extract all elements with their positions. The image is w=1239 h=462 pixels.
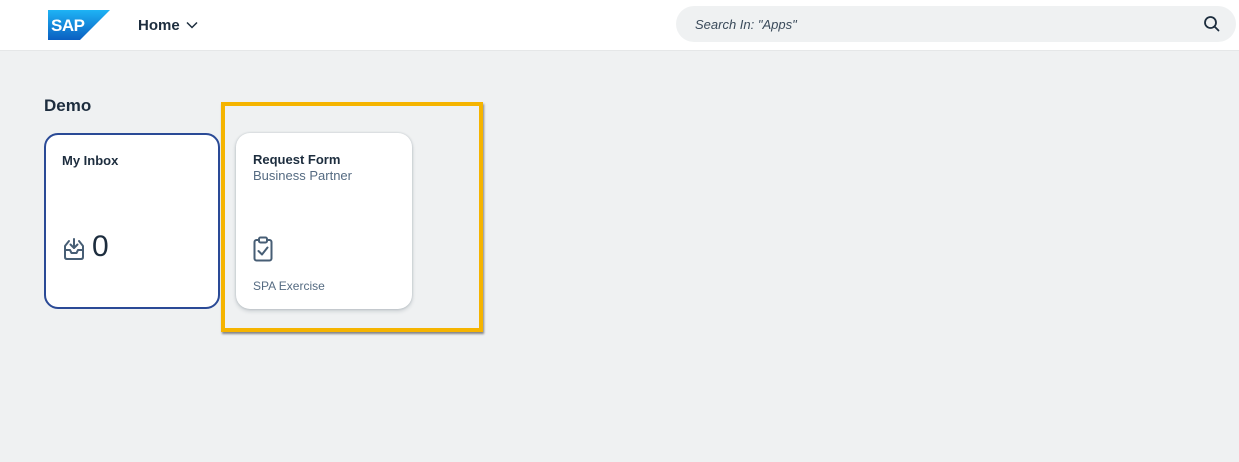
search-field bbox=[676, 6, 1236, 42]
sap-logo[interactable]: SAP bbox=[48, 10, 110, 40]
tile-request-form[interactable]: Request Form Business Partner SPA Exerci… bbox=[236, 133, 412, 309]
tile-footer: SPA Exercise bbox=[253, 279, 325, 293]
tile-title: My Inbox bbox=[62, 153, 119, 168]
clipboard-check-icon bbox=[253, 236, 273, 262]
home-menu-button[interactable]: Home bbox=[138, 13, 198, 37]
inbox-download-icon bbox=[64, 238, 84, 260]
tile-my-inbox[interactable]: My Inbox 0 bbox=[44, 133, 220, 309]
tile-subtitle: Business Partner bbox=[253, 168, 352, 183]
shell-bar: SAP Home bbox=[0, 0, 1239, 50]
chevron-down-icon bbox=[186, 21, 198, 29]
tile-title: Request Form bbox=[253, 152, 341, 167]
inbox-count: 0 bbox=[92, 230, 109, 263]
home-label: Home bbox=[138, 16, 180, 34]
search-icon[interactable] bbox=[1202, 14, 1222, 34]
search-input[interactable] bbox=[676, 6, 1196, 42]
group-title: Demo bbox=[44, 96, 92, 115]
sap-logo-text: SAP bbox=[51, 16, 85, 35]
